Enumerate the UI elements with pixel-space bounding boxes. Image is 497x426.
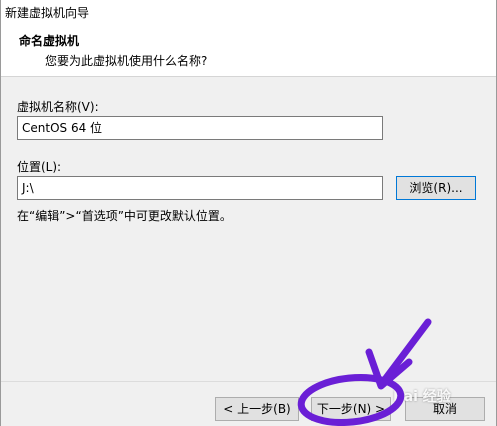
location-hint: 在“编辑”>“首选项”中可更改默认位置。 [17, 209, 232, 223]
annotation-arrow-shaft [379, 318, 432, 386]
back-button[interactable]: < 上一步(B) [215, 397, 299, 421]
window-title: 新建虚拟机向导 [5, 6, 90, 20]
wizard-header: 命名虚拟机 您要为此虚拟机使用什么名称? [1, 24, 496, 77]
page-subtitle: 您要为此虚拟机使用什么名称? [45, 54, 208, 68]
browse-button[interactable]: 浏览(R)... [396, 176, 476, 200]
wizard-window: 新建虚拟机向导 命名虚拟机 您要为此虚拟机使用什么名称? 虚拟机名称(V): C… [0, 0, 497, 426]
title-bar: 新建虚拟机向导 [1, 0, 496, 24]
page-title: 命名虚拟机 [19, 34, 80, 48]
baidu-watermark: Bai 经验 [393, 389, 451, 405]
vm-name-label: 虚拟机名称(V): [17, 100, 99, 114]
footer-divider [1, 381, 496, 382]
location-input[interactable]: J:\ [17, 176, 383, 200]
next-button[interactable]: 下一步(N) > [311, 397, 391, 421]
location-label: 位置(L): [17, 160, 62, 174]
vm-name-input[interactable]: CentOS 64 位 [17, 116, 383, 140]
